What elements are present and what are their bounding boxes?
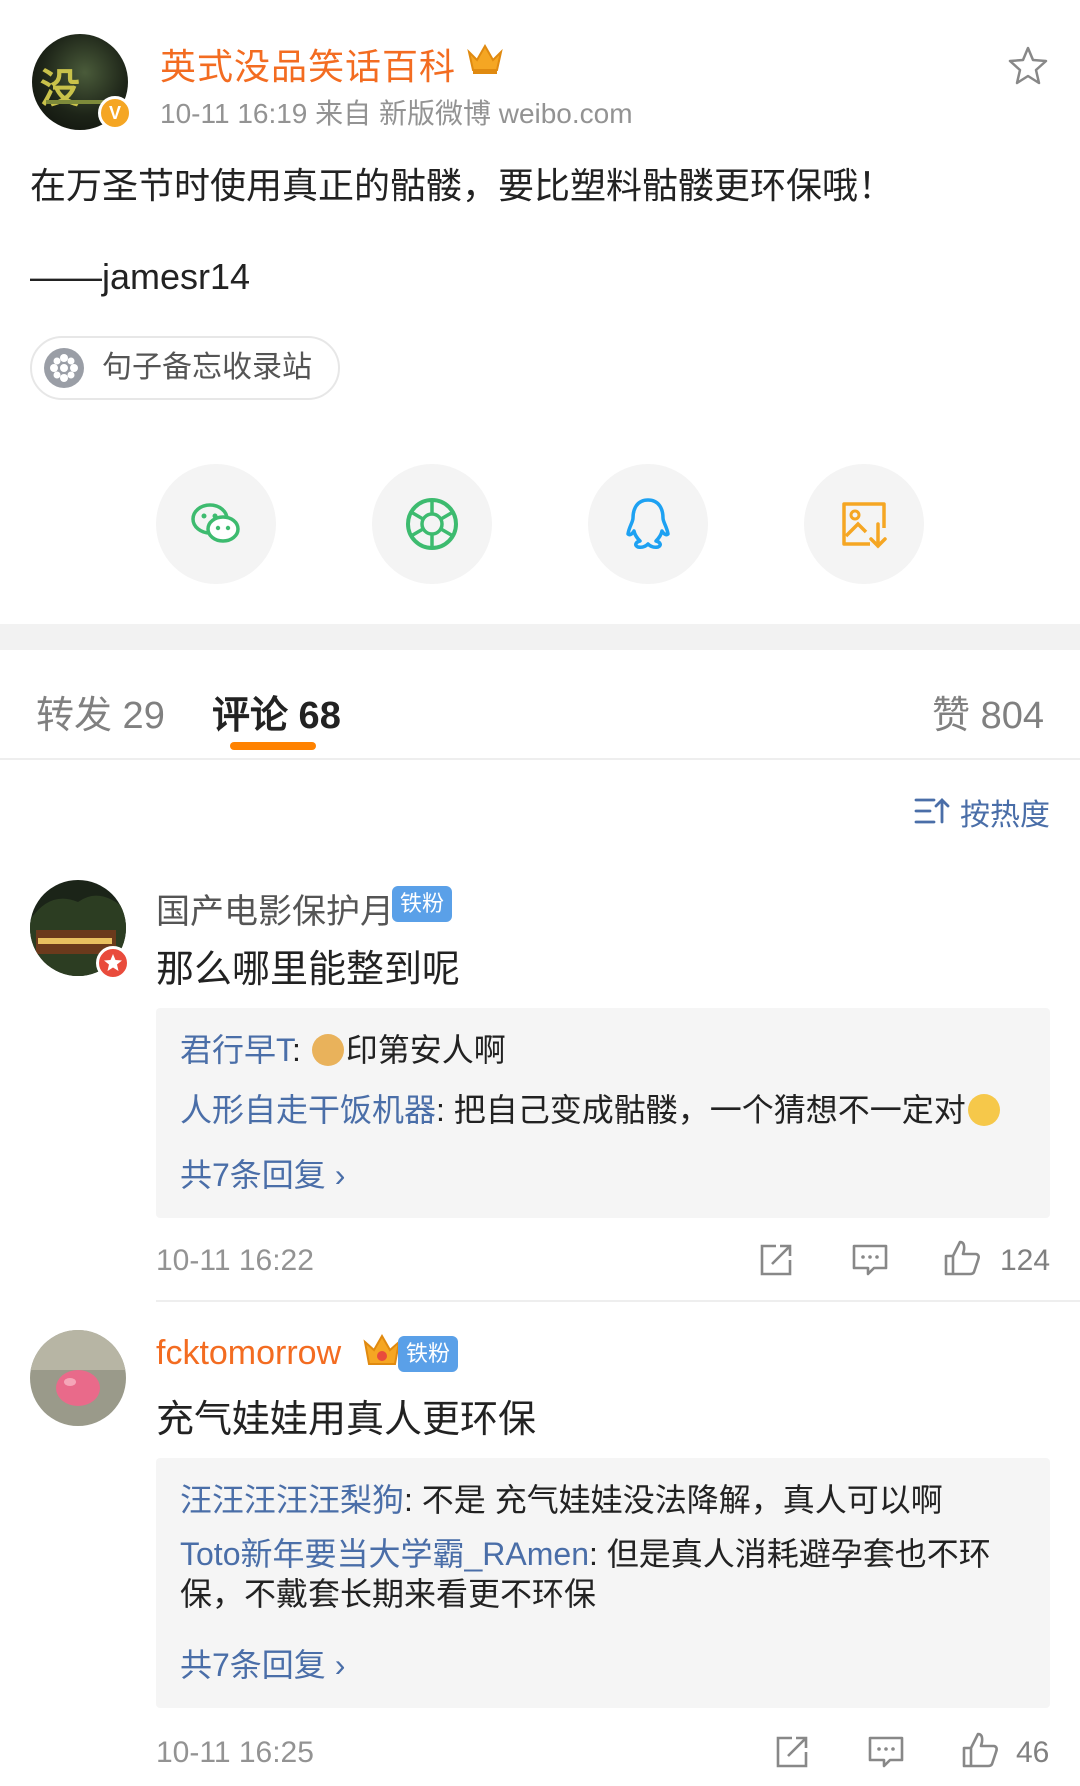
sort-label: 按热度 (960, 799, 1050, 832)
avatar-image (30, 1330, 126, 1426)
topic-tag[interactable]: 句子备忘收录站 (30, 336, 340, 400)
favorite-star-icon[interactable] (1006, 44, 1050, 88)
save-image-icon (842, 502, 887, 549)
topic-label: 句子备忘收录站 (102, 351, 312, 384)
post-meta: 10-11 16:19 来自 新版微博 weibo.com (160, 98, 633, 129)
reply-user[interactable]: Toto新年要当大学霸_RAmen (180, 1536, 589, 1572)
reply-text: 把自己变成骷髅，一个猜想不一定对 (453, 1092, 966, 1128)
reply-user[interactable]: 人形自走干饭机器 (180, 1092, 436, 1128)
share-row (0, 464, 1080, 584)
commenter-avatar[interactable] (30, 1330, 126, 1426)
like-thumb-icon[interactable] (960, 1730, 1000, 1770)
save-image-button[interactable] (804, 464, 924, 584)
crown-icon (467, 43, 503, 74)
like-count: 46 (1016, 1736, 1050, 1769)
like-count: 124 (1000, 1244, 1051, 1277)
reply-comment-icon[interactable] (866, 1732, 906, 1772)
qq-icon (626, 498, 670, 549)
comment-text: 充气娃娃用真人更环保 (156, 1399, 537, 1441)
reply-item: 君行早T: 印第安人啊 (180, 1032, 506, 1068)
more-replies-link[interactable]: 共7条回复 › (180, 1640, 345, 1686)
iron-fan-badge: 铁粉 (398, 1336, 459, 1372)
reply-preview-box[interactable]: 汪汪汪汪汪梨狗: 不是 充气娃娃没法降解，真人可以啊 Toto新年要当大学霸_R… (156, 1458, 1050, 1708)
comment-text: 那么哪里能整到呢 (156, 949, 461, 991)
sort-icon (914, 798, 950, 824)
reply-item: 汪汪汪汪汪梨狗: 不是 充气娃娃没法降解，真人可以啊 (180, 1482, 943, 1518)
reply-user[interactable]: 汪汪汪汪汪梨狗 (180, 1482, 404, 1518)
reply-text: 不是 充气娃娃没法降解，真人可以啊 (421, 1482, 943, 1518)
more-replies-link[interactable]: 共7条回复 › (180, 1150, 345, 1196)
wechat-icon (191, 503, 240, 543)
avatar-title-art: 没 (40, 65, 80, 112)
comment-divider (156, 1300, 1080, 1302)
post-signature: ——jamesr14 (30, 256, 251, 297)
active-tab-indicator (230, 742, 316, 750)
comment-time: 10-11 16:22 (156, 1244, 314, 1277)
doge-emoji-icon (311, 1034, 344, 1066)
share-moments-button[interactable] (372, 464, 492, 584)
post-body: 在万圣节时使用真正的骷髅，要比塑料骷髅更环保哦！ (30, 165, 895, 206)
badge-star-icon (96, 946, 130, 980)
detail-tabs: 转发 29 评论 68 赞 804 (0, 650, 1080, 760)
repost-comment-icon[interactable] (772, 1732, 812, 1772)
sort-by-hot-button[interactable]: 按热度 (914, 790, 1050, 832)
thinking-emoji-icon (967, 1094, 1000, 1126)
commenter-name[interactable]: 国产电影保护月 (156, 884, 394, 933)
reply-item: 人形自走干饭机器: 把自己变成骷髅，一个猜想不一定对 (180, 1090, 1020, 1130)
like-thumb-icon[interactable] (942, 1238, 982, 1278)
verified-v-badge: V (98, 96, 132, 130)
reply-text: 印第安人啊 (345, 1032, 506, 1068)
share-wechat-button[interactable] (156, 464, 276, 584)
author-name[interactable]: 英式没品笑话百科 (160, 38, 456, 90)
share-qq-button[interactable] (588, 464, 708, 584)
comment-time: 10-11 16:25 (156, 1736, 314, 1769)
tab-comments[interactable]: 评论 68 (212, 684, 341, 739)
commenter-name[interactable]: fcktomorrow (156, 1334, 341, 1373)
vip-crown-icon (363, 1333, 401, 1365)
iron-fan-badge: 铁粉 (392, 886, 453, 922)
weibo-post: 没 V 英式没品笑话百科 10-11 16:19 来自 新版微博 weibo.c… (0, 0, 1080, 624)
tab-likes[interactable]: 赞 804 (932, 684, 1044, 739)
flower-icon (44, 348, 84, 388)
tab-repost[interactable]: 转发 29 (36, 684, 165, 739)
reply-user[interactable]: 君行早T (180, 1032, 292, 1068)
repost-comment-icon[interactable] (756, 1240, 796, 1280)
moments-icon (406, 498, 458, 550)
reply-item: Toto新年要当大学霸_RAmen: 但是真人消耗避孕套也不环保，不戴套长期来看… (180, 1536, 991, 1612)
reply-comment-icon[interactable] (850, 1240, 890, 1280)
reply-preview-box[interactable]: 君行早T: 印第安人啊 人形自走干饭机器: 把自己变成骷髅，一个猜想不一定对 共… (156, 1008, 1050, 1218)
section-divider (0, 624, 1080, 650)
